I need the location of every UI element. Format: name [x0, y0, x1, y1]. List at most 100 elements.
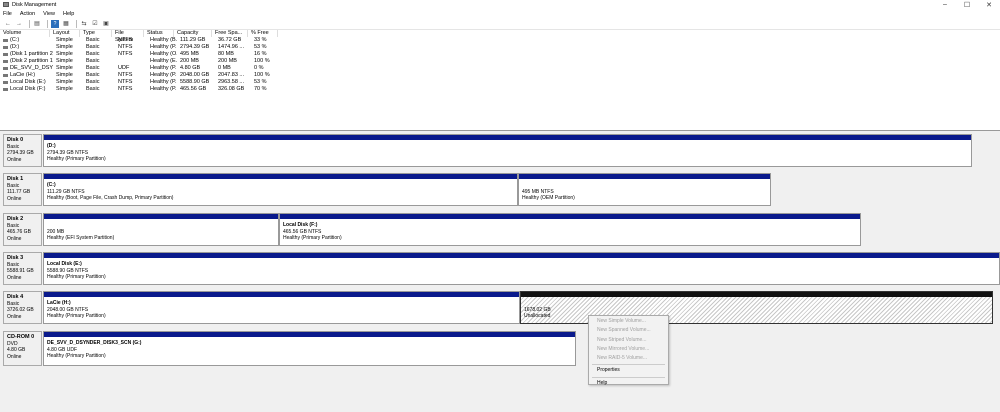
window-title: Disk Management	[12, 1, 57, 8]
cell-type: Basic	[86, 72, 100, 78]
partition-oem[interactable]: 495 MB NTFS Healthy (OEM Partition)	[518, 173, 771, 206]
partition-status: Healthy (Boot, Page File, Crash Dump, Pr…	[47, 195, 174, 201]
disk-state: Online	[7, 353, 22, 360]
partition-f[interactable]: Local Disk (F:) 465.56 GB NTFS Healthy (…	[279, 213, 861, 246]
table-row[interactable]: DE_SVV_D_DSYNDE...Simple Basic UDF Healthy …	[0, 65, 1000, 72]
column-status[interactable]: Status	[144, 30, 174, 37]
column-file-system[interactable]: File System	[112, 30, 144, 43]
cell-type: Basic	[86, 65, 100, 71]
column-capacity[interactable]: Capacity	[174, 30, 212, 37]
table-row[interactable]: Local Disk (F:) Simple Basic NTFS Healthy (P…	[0, 86, 1000, 93]
list-view-icon[interactable]: ▤	[33, 20, 41, 28]
cell-capacity: 465.56 GB	[180, 86, 207, 92]
cell-capacity: 111.29 GB	[180, 37, 206, 43]
partition-efi[interactable]: 200 MB Healthy (EFI System Partition)	[43, 213, 279, 246]
toolbar: ← → ▤ ? ▦ ⇆ ☑ ▣	[0, 18, 1000, 30]
menu-help[interactable]: Help	[589, 379, 668, 388]
forward-icon[interactable]: →	[15, 20, 23, 28]
cell-capacity: 2048.00 GB	[180, 72, 210, 78]
menu-properties[interactable]: Properties	[589, 366, 668, 375]
close-icon[interactable]: ✕	[978, 0, 1000, 9]
menu-new-striped-volume[interactable]: New Striped Volume...	[589, 336, 668, 345]
cell-status: Healthy (P...	[150, 65, 177, 71]
cell-free-space: 36.72 GB	[218, 37, 242, 43]
back-icon[interactable]: ←	[4, 20, 12, 28]
column-layout[interactable]: Layout	[50, 30, 80, 37]
disk-row-4: Disk 4 Basic 3726.02 GB Online LaCie (H:…	[3, 291, 993, 324]
cell-percent-free: 100 %	[254, 58, 270, 64]
disk-state: Online	[7, 313, 22, 320]
partition-status: Healthy (Primary Partition)	[47, 353, 106, 359]
cell-percent-free: 0 %	[254, 65, 264, 71]
table-row[interactable]: (Disk 1 partition 2) Simple Basic NTFS Healt…	[0, 51, 1000, 58]
partition-label: Local Disk (E:)	[47, 261, 82, 267]
disk-label[interactable]: Disk 2 Basic 465.76 GB Online	[3, 213, 42, 246]
disk-row-2: Disk 2 Basic 465.76 GB Online 200 MB Hea…	[3, 213, 863, 246]
cell-layout: Simple	[56, 79, 73, 85]
disk-type: DVD	[7, 340, 18, 347]
partition-status: Healthy (Primary Partition)	[47, 274, 106, 280]
volume-icon	[3, 60, 8, 63]
cell-status: Healthy (O...	[150, 51, 177, 57]
volume-icon	[3, 46, 8, 49]
column-percent-free[interactable]: % Free	[248, 30, 278, 37]
menu-file[interactable]: File	[3, 11, 12, 17]
disk-label[interactable]: Disk 0 Basic 2794.39 GB Online	[3, 134, 42, 167]
cell-file-system: NTFS	[118, 44, 133, 50]
cell-file-system: UDF	[118, 65, 130, 71]
disk-name: Disk 1	[7, 176, 24, 182]
column-type[interactable]: Type	[80, 30, 112, 37]
cell-layout: Simple	[56, 72, 73, 78]
disk-row-0: Disk 0 Basic 2794.39 GB Online (D:) 2794…	[3, 134, 975, 167]
disk-state: Online	[7, 195, 22, 202]
disk-label[interactable]: CD-ROM 0 DVD 4.80 GB Online	[3, 331, 42, 366]
menu-new-mirrored-volume[interactable]: New Mirrored Volume...	[589, 345, 668, 354]
partition-d[interactable]: (D:) 2794.39 GB NTFS Healthy (Primary Pa…	[43, 134, 972, 167]
menu-view[interactable]: View	[43, 11, 55, 17]
maximize-icon[interactable]: ☐	[956, 0, 978, 9]
minimize-icon[interactable]: –	[934, 0, 956, 9]
toolbar-divider	[29, 19, 30, 28]
check-icon[interactable]: ☑	[91, 20, 99, 28]
partition-status: Healthy (EFI System Partition)	[47, 235, 115, 241]
cell-type: Basic	[86, 44, 100, 50]
partition-h[interactable]: LaCie (H:) 2048.00 GB NTFS Healthy (Prim…	[43, 291, 520, 324]
menu-new-simple-volume[interactable]: New Simple Volume...	[589, 317, 668, 326]
disk-name: Disk 2	[7, 216, 24, 222]
details-icon[interactable]: ▣	[102, 20, 110, 28]
help-icon[interactable]: ?	[51, 19, 59, 28]
connect-icon[interactable]: ⇆	[80, 20, 88, 28]
disk-label[interactable]: Disk 3 Basic 5588.91 GB Online	[3, 252, 42, 285]
menu-help[interactable]: Help	[63, 11, 74, 17]
partition-c[interactable]: (C:) 111.29 GB NTFS Healthy (Boot, Page …	[43, 173, 518, 206]
table-row[interactable]: (D:) Simple Basic NTFS Healthy (P... 2794.39 …	[0, 44, 1000, 51]
disk-label[interactable]: Disk 1 Basic 111.77 GB Online	[3, 173, 42, 206]
disk-management-icon	[3, 2, 9, 7]
table-row[interactable]: Local Disk (E:) Simple Basic NTFS Healthy (P…	[0, 79, 1000, 86]
volume-list: Volume Layout Type File System Status Ca…	[0, 30, 1000, 130]
cell-free-space: 326.08 GB	[218, 86, 245, 92]
volume-icon	[3, 53, 8, 56]
table-row[interactable]: (C:) Simple Basic NTFS Healthy (B...111.29 G…	[0, 37, 1000, 44]
partition-size: 495 MB NTFS	[522, 188, 554, 195]
table-row[interactable]: LaCie (H:) Simple Basic NTFS Healthy (P... 20…	[0, 72, 1000, 79]
volume-list-header: Volume Layout Type File System Status Ca…	[0, 30, 1000, 43]
menu-new-spanned-volume[interactable]: New Spanned Volume...	[589, 326, 668, 335]
cell-capacity: 5588.90 GB	[180, 79, 210, 85]
cell-file-system: NTFS	[118, 86, 133, 92]
menu-action[interactable]: Action	[20, 11, 35, 17]
column-free-space[interactable]: Free Spa...	[212, 30, 248, 37]
column-volume[interactable]: Volume	[0, 30, 50, 37]
disk-name: Disk 0	[7, 137, 24, 143]
table-row[interactable]: (Disk 2 partition 1) Simple Basic Healthy (…	[0, 58, 1000, 65]
partition-cdrom[interactable]: DE_SVV_D_DSYNDER_DISK3_SCN (G:) 4.80 GB …	[43, 331, 576, 366]
cell-layout: Simple	[56, 65, 73, 71]
cell-percent-free: 16 %	[254, 51, 267, 57]
disk-row-1: Disk 1 Basic 111.77 GB Online (C:) 111.2…	[3, 173, 773, 206]
disk-row-cdrom: CD-ROM 0 DVD 4.80 GB Online DE_SVV_D_DSY…	[3, 331, 576, 366]
partition-label: (D:)	[47, 143, 56, 149]
properties-icon[interactable]: ▦	[62, 20, 70, 28]
partition-e[interactable]: Local Disk (E:) 5588.90 GB NTFS Healthy …	[43, 252, 1000, 285]
menu-new-raid5-volume[interactable]: New RAID-5 Volume...	[589, 354, 668, 363]
disk-label[interactable]: Disk 4 Basic 3726.02 GB Online	[3, 291, 42, 324]
